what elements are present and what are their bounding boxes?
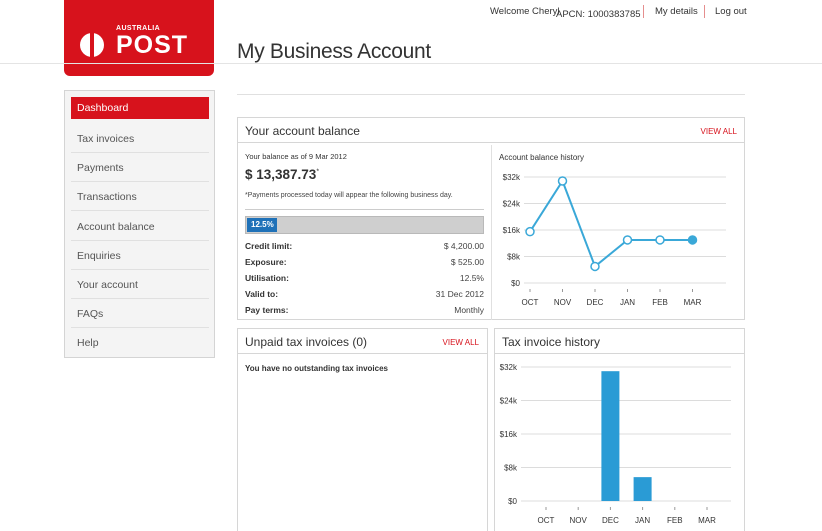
panel-title: Your account balance — [245, 124, 360, 138]
view-all-balance-link[interactable]: VIEW ALL — [701, 127, 737, 136]
y-tick-label: $0 — [508, 497, 517, 506]
balance-amount: $ 13,387.73* — [245, 167, 320, 182]
x-tick-label: JAN — [620, 298, 635, 307]
unpaid-invoices-panel: Unpaid tax invoices (0) VIEW ALL You hav… — [237, 328, 488, 531]
y-tick-label: $0 — [511, 279, 520, 288]
x-tick-label: FEB — [667, 516, 683, 525]
sidebar-item-account-balance[interactable]: Account balance — [71, 213, 209, 241]
sidebar-item-faqs[interactable]: FAQs — [71, 300, 209, 328]
page-title: My Business Account — [237, 40, 431, 63]
x-tick-label: NOV — [570, 516, 588, 525]
x-tick-label: MAR — [684, 298, 702, 307]
panel-header: Your account balance VIEW ALL — [238, 118, 744, 143]
balance-history-chart: $0 $8k $16k $24k $32k OCT NOV DEC JAN FEB MAR — [503, 173, 726, 307]
divider — [491, 145, 492, 320]
welcome-text: Welcome Cheryl — [490, 6, 560, 17]
nav-separator — [704, 5, 705, 18]
panel-header: Unpaid tax invoices (0) VIEW ALL — [238, 329, 487, 354]
y-tick-label: $32k — [503, 173, 521, 182]
bar — [633, 477, 652, 501]
sidebar-item-tax-invoices[interactable]: Tax invoices — [71, 125, 209, 153]
sidebar-item-transactions[interactable]: Transactions — [71, 183, 209, 211]
x-tick-label: DEC — [602, 516, 619, 525]
balance-date: Your balance as of 9 Mar 2012 — [245, 152, 347, 161]
utilisation-bar-label: 12.5% — [251, 220, 274, 229]
panel-title: Tax invoice history — [502, 335, 601, 349]
y-tick-label: $16k — [503, 226, 521, 235]
log-out-link[interactable]: Log out — [715, 6, 747, 17]
account-balance-panel: Your account balance VIEW ALL Your balan… — [237, 117, 745, 320]
y-tick-label: $24k — [500, 397, 518, 406]
panel-header: Tax invoice history — [495, 329, 744, 354]
view-all-invoices-link[interactable]: VIEW ALL — [443, 338, 479, 347]
utilisation-row: Utilisation: 12.5% — [245, 273, 484, 283]
y-tick-label: $8k — [507, 253, 521, 262]
panel-title: Unpaid tax invoices (0) — [245, 335, 368, 349]
sidebar-item-enquiries[interactable]: Enquiries — [71, 242, 209, 270]
tax-history-chart: $0 $8k $16k $24k $32k OCT NOV DEC JAN FEB MAR — [500, 363, 731, 525]
data-point — [655, 235, 665, 245]
logo-name: POST — [116, 31, 189, 59]
valid-to-row: Valid to: 31 Dec 2012 — [245, 289, 484, 299]
data-point — [590, 261, 600, 272]
pay-terms-row: Pay terms: Monthly — [245, 305, 484, 315]
data-point — [622, 235, 633, 245]
exposure-row: Exposure: $ 525.00 — [245, 257, 484, 267]
x-tick-label: OCT — [538, 516, 555, 525]
x-tick-label: MAR — [698, 516, 716, 525]
content-divider — [237, 94, 745, 95]
sidebar-nav: Dashboard Tax invoices Payments Transact… — [64, 90, 215, 358]
balance-note: *Payments processed today will appear th… — [245, 192, 453, 199]
australia-post-logo[interactable]: AUSTRALIA POST — [64, 0, 214, 76]
nav-separator — [643, 5, 644, 18]
y-tick-label: $32k — [500, 363, 518, 372]
my-details-link[interactable]: My details — [655, 6, 698, 17]
credit-limit-row: Credit limit: $ 4,200.00 — [245, 241, 484, 251]
data-point — [687, 235, 698, 245]
x-tick-label: DEC — [587, 298, 604, 307]
x-tick-label: FEB — [652, 298, 668, 307]
sidebar-item-dashboard[interactable]: Dashboard — [71, 97, 209, 119]
divider — [245, 209, 484, 210]
y-tick-label: $16k — [500, 430, 518, 439]
sidebar-item-help[interactable]: Help — [71, 329, 209, 357]
balance-history-title: Account balance history — [499, 153, 584, 162]
bar — [601, 371, 620, 501]
apcn-text: APCN: 1000383785 — [556, 9, 641, 20]
data-point — [557, 176, 568, 186]
y-tick-label: $8k — [504, 464, 518, 473]
balance-series-line — [529, 178, 693, 269]
data-point — [525, 226, 535, 237]
x-tick-label: JAN — [635, 516, 650, 525]
utilisation-bar: 12.5% — [245, 216, 484, 234]
y-tick-label: $24k — [503, 200, 521, 209]
sidebar-item-your-account[interactable]: Your account — [71, 271, 209, 299]
no-invoices-message: You have no outstanding tax invoices — [245, 364, 388, 373]
x-tick-label: NOV — [554, 298, 572, 307]
x-tick-label: OCT — [522, 298, 539, 307]
tax-history-panel: Tax invoice history $0 $8k $16k $24k $32k OCT… — [494, 328, 745, 531]
post-logo-icon — [80, 31, 104, 59]
sidebar-item-payments[interactable]: Payments — [71, 154, 209, 182]
